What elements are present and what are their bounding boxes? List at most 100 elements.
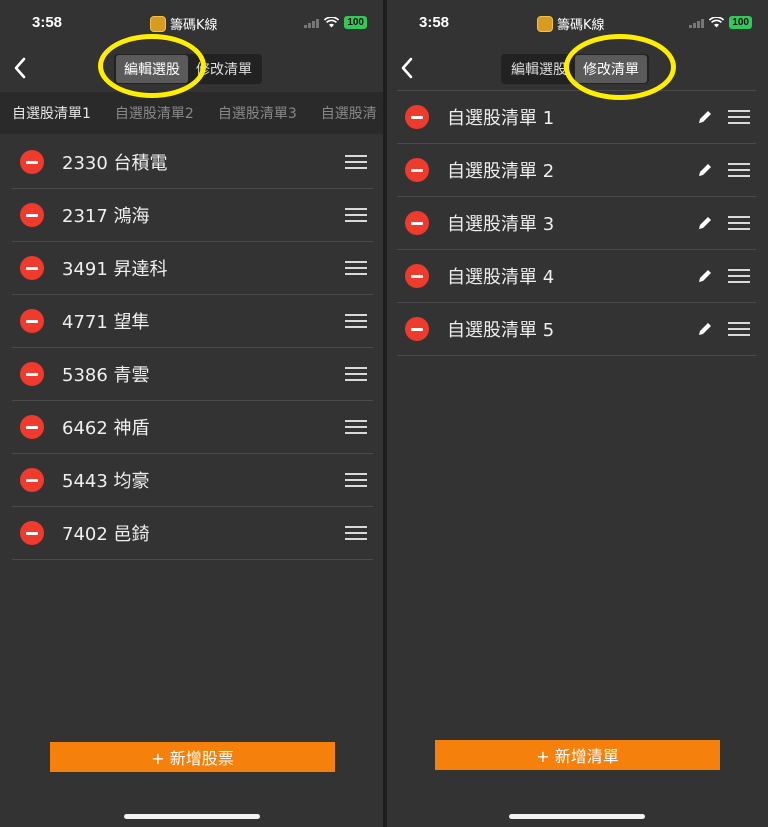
drag-handle-icon[interactable] [728, 216, 750, 230]
stock-label: 5386 青雲 [62, 365, 150, 386]
stock-row: 4771 望隼 [12, 295, 373, 348]
minus-circle-icon [411, 221, 423, 225]
stock-label: 5443 均豪 [62, 471, 150, 492]
delete-stock-button[interactable] [20, 362, 44, 386]
watchlist-row: 自選股清單 3 [397, 197, 756, 250]
status-app: 籌碼K線 [150, 14, 218, 33]
stock-row: 5443 均豪 [12, 454, 373, 507]
delete-list-button[interactable] [405, 264, 429, 288]
drag-handle-icon[interactable] [728, 110, 750, 124]
wifi-icon [324, 17, 340, 28]
status-app-name: 籌碼K線 [557, 18, 605, 33]
minus-circle-icon [26, 319, 38, 323]
delete-list-button[interactable] [405, 158, 429, 182]
home-indicator [509, 814, 645, 819]
nav-bar: 編輯選股 修改清單 [0, 46, 383, 90]
status-app: 籌碼K線 [537, 14, 605, 33]
delete-list-button[interactable] [405, 317, 429, 341]
status-indicators: 100 [304, 16, 367, 29]
stock-row: 2330 台積電 [12, 136, 373, 189]
minus-circle-icon [26, 213, 38, 217]
drag-handle-icon[interactable] [345, 420, 367, 434]
back-button[interactable] [8, 54, 32, 82]
stock-label: 2330 台積電 [62, 153, 168, 174]
back-button[interactable] [395, 54, 419, 82]
stock-label: 3491 昇達科 [62, 259, 168, 280]
drag-handle-icon[interactable] [728, 322, 750, 336]
wifi-icon [709, 17, 725, 28]
delete-stock-button[interactable] [20, 150, 44, 174]
drag-handle-icon[interactable] [345, 526, 367, 540]
tab-watchlist-2[interactable]: 自選股清單2 [103, 103, 206, 123]
battery-indicator: 100 [344, 16, 367, 29]
watchlist-label: 自選股清單 3 [447, 214, 555, 235]
stock-row: 3491 昇達科 [12, 242, 373, 295]
delete-stock-button[interactable] [20, 203, 44, 227]
edit-list-button[interactable] [696, 214, 714, 232]
status-bar: 3:58 籌碼K線 100 [0, 8, 383, 38]
left-screen: 3:58 籌碼K線 100 編輯選股 修改清單 自選股清單1 自選股清單2 自選… [0, 0, 383, 827]
watchlist-tabs: 自選股清單1 自選股清單2 自選股清單3 自選股清 [0, 92, 383, 134]
drag-handle-icon[interactable] [345, 208, 367, 222]
right-screen: 3:58 籌碼K線 100 編輯選股 修改清單 自選股清單 1 自選股清單 2 … [387, 0, 768, 827]
edit-list-button[interactable] [696, 161, 714, 179]
segment-edit-stocks[interactable]: 編輯選股 [116, 55, 188, 83]
drag-handle-icon[interactable] [345, 367, 367, 381]
status-time: 3:58 [32, 14, 63, 31]
mode-segment-control: 編輯選股 修改清單 [114, 54, 262, 84]
edit-list-button[interactable] [696, 320, 714, 338]
watchlist-row: 自選股清單 2 [397, 144, 756, 197]
status-time: 3:58 [419, 14, 450, 31]
minus-circle-icon [26, 478, 38, 482]
watchlist-row: 自選股清單 4 [397, 250, 756, 303]
segment-modify-lists[interactable]: 修改清單 [575, 55, 647, 83]
delete-stock-button[interactable] [20, 309, 44, 333]
drag-handle-icon[interactable] [345, 261, 367, 275]
delete-stock-button[interactable] [20, 415, 44, 439]
battery-indicator: 100 [729, 16, 752, 29]
edit-list-button[interactable] [696, 267, 714, 285]
watchlist-list: 自選股清單 1 自選股清單 2 自選股清單 3 自選股清單 4 自選股清單 5 [397, 90, 756, 356]
stock-row: 6462 神盾 [12, 401, 373, 454]
watchlist-label: 自選股清單 4 [447, 267, 555, 288]
stock-label: 2317 鴻海 [62, 206, 150, 227]
nav-bar: 編輯選股 修改清單 [387, 46, 768, 90]
signal-icon [304, 18, 320, 28]
status-indicators: 100 [689, 16, 752, 29]
delete-stock-button[interactable] [20, 256, 44, 280]
stock-label: 4771 望隼 [62, 312, 150, 333]
segment-edit-stocks[interactable]: 編輯選股 [503, 55, 575, 83]
segment-modify-lists[interactable]: 修改清單 [188, 55, 260, 83]
stock-label: 7402 邑錡 [62, 524, 150, 545]
edit-list-button[interactable] [696, 108, 714, 126]
minus-circle-icon [26, 266, 38, 270]
minus-circle-icon [411, 168, 423, 172]
tab-watchlist-3[interactable]: 自選股清單3 [206, 103, 309, 123]
add-stock-button[interactable]: + 新增股票 [50, 742, 335, 772]
mode-segment-control: 編輯選股 修改清單 [501, 54, 649, 84]
drag-handle-icon[interactable] [728, 163, 750, 177]
drag-handle-icon[interactable] [728, 269, 750, 283]
minus-circle-icon [26, 372, 38, 376]
drag-handle-icon[interactable] [345, 473, 367, 487]
drag-handle-icon[interactable] [345, 314, 367, 328]
delete-stock-button[interactable] [20, 521, 44, 545]
drag-handle-icon[interactable] [345, 155, 367, 169]
stock-list: 2330 台積電 2317 鴻海 3491 昇達科 4771 望隼 5386 青… [12, 136, 373, 560]
delete-list-button[interactable] [405, 105, 429, 129]
minus-circle-icon [411, 327, 423, 331]
add-list-button[interactable]: + 新增清單 [435, 740, 720, 770]
tab-watchlist-4[interactable]: 自選股清 [309, 103, 383, 123]
stock-row: 7402 邑錡 [12, 507, 373, 560]
delete-stock-button[interactable] [20, 468, 44, 492]
pencil-icon [699, 323, 711, 335]
back-chevron-icon [401, 57, 413, 79]
minus-circle-icon [26, 160, 38, 164]
delete-list-button[interactable] [405, 211, 429, 235]
minus-circle-icon [26, 531, 38, 535]
tab-watchlist-1[interactable]: 自選股清單1 [0, 103, 103, 123]
stock-label: 6462 神盾 [62, 418, 150, 439]
pencil-icon [699, 217, 711, 229]
back-chevron-icon [14, 57, 26, 79]
watchlist-label: 自選股清單 5 [447, 320, 555, 341]
